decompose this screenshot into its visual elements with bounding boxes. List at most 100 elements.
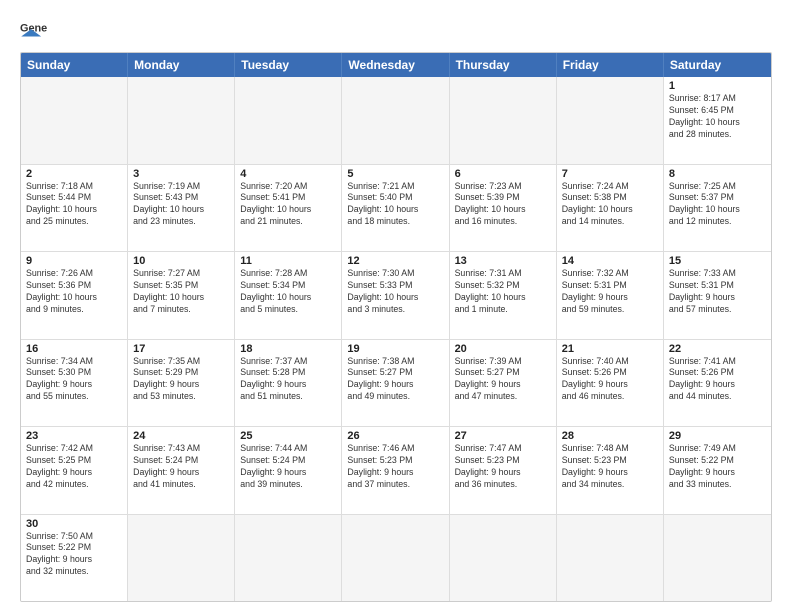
day-number: 11 [240, 255, 336, 267]
calendar-cell [21, 77, 128, 164]
cell-info: Sunrise: 7:26 AM Sunset: 5:36 PM Dayligh… [26, 268, 122, 316]
day-number: 22 [669, 343, 766, 355]
day-of-week-header: Tuesday [235, 53, 342, 77]
day-number: 30 [26, 518, 122, 530]
calendar-cell [664, 515, 771, 602]
cell-info: Sunrise: 7:18 AM Sunset: 5:44 PM Dayligh… [26, 181, 122, 229]
calendar-row: 2Sunrise: 7:18 AM Sunset: 5:44 PM Daylig… [21, 165, 771, 253]
cell-info: Sunrise: 7:40 AM Sunset: 5:26 PM Dayligh… [562, 356, 658, 404]
day-of-week-header: Sunday [21, 53, 128, 77]
day-of-week-header: Monday [128, 53, 235, 77]
calendar-cell: 7Sunrise: 7:24 AM Sunset: 5:38 PM Daylig… [557, 165, 664, 252]
calendar-cell: 21Sunrise: 7:40 AM Sunset: 5:26 PM Dayli… [557, 340, 664, 427]
day-number: 14 [562, 255, 658, 267]
calendar-cell: 19Sunrise: 7:38 AM Sunset: 5:27 PM Dayli… [342, 340, 449, 427]
calendar-cell: 17Sunrise: 7:35 AM Sunset: 5:29 PM Dayli… [128, 340, 235, 427]
day-number: 4 [240, 168, 336, 180]
calendar-cell [342, 515, 449, 602]
day-number: 28 [562, 430, 658, 442]
cell-info: Sunrise: 8:17 AM Sunset: 6:45 PM Dayligh… [669, 93, 766, 141]
day-of-week-header: Wednesday [342, 53, 449, 77]
calendar-cell [235, 77, 342, 164]
calendar-cell: 22Sunrise: 7:41 AM Sunset: 5:26 PM Dayli… [664, 340, 771, 427]
cell-info: Sunrise: 7:50 AM Sunset: 5:22 PM Dayligh… [26, 531, 122, 579]
calendar-cell [450, 515, 557, 602]
calendar-cell [128, 77, 235, 164]
calendar-cell: 13Sunrise: 7:31 AM Sunset: 5:32 PM Dayli… [450, 252, 557, 339]
calendar: SundayMondayTuesdayWednesdayThursdayFrid… [20, 52, 772, 602]
calendar-row: 1Sunrise: 8:17 AM Sunset: 6:45 PM Daylig… [21, 77, 771, 165]
calendar-cell: 15Sunrise: 7:33 AM Sunset: 5:31 PM Dayli… [664, 252, 771, 339]
cell-info: Sunrise: 7:41 AM Sunset: 5:26 PM Dayligh… [669, 356, 766, 404]
calendar-cell [557, 77, 664, 164]
calendar-cell: 2Sunrise: 7:18 AM Sunset: 5:44 PM Daylig… [21, 165, 128, 252]
day-number: 1 [669, 80, 766, 92]
calendar-cell [342, 77, 449, 164]
header: General [20, 16, 772, 44]
calendar-cell [235, 515, 342, 602]
cell-info: Sunrise: 7:19 AM Sunset: 5:43 PM Dayligh… [133, 181, 229, 229]
calendar-cell: 23Sunrise: 7:42 AM Sunset: 5:25 PM Dayli… [21, 427, 128, 514]
calendar-cell [557, 515, 664, 602]
calendar-cell: 24Sunrise: 7:43 AM Sunset: 5:24 PM Dayli… [128, 427, 235, 514]
cell-info: Sunrise: 7:20 AM Sunset: 5:41 PM Dayligh… [240, 181, 336, 229]
day-number: 2 [26, 168, 122, 180]
cell-info: Sunrise: 7:21 AM Sunset: 5:40 PM Dayligh… [347, 181, 443, 229]
calendar-cell: 30Sunrise: 7:50 AM Sunset: 5:22 PM Dayli… [21, 515, 128, 602]
calendar-row: 16Sunrise: 7:34 AM Sunset: 5:30 PM Dayli… [21, 340, 771, 428]
cell-info: Sunrise: 7:35 AM Sunset: 5:29 PM Dayligh… [133, 356, 229, 404]
cell-info: Sunrise: 7:38 AM Sunset: 5:27 PM Dayligh… [347, 356, 443, 404]
cell-info: Sunrise: 7:23 AM Sunset: 5:39 PM Dayligh… [455, 181, 551, 229]
calendar-cell: 4Sunrise: 7:20 AM Sunset: 5:41 PM Daylig… [235, 165, 342, 252]
logo: General [20, 16, 52, 44]
day-number: 20 [455, 343, 551, 355]
cell-info: Sunrise: 7:27 AM Sunset: 5:35 PM Dayligh… [133, 268, 229, 316]
cell-info: Sunrise: 7:49 AM Sunset: 5:22 PM Dayligh… [669, 443, 766, 491]
calendar-cell [128, 515, 235, 602]
cell-info: Sunrise: 7:33 AM Sunset: 5:31 PM Dayligh… [669, 268, 766, 316]
calendar-cell: 6Sunrise: 7:23 AM Sunset: 5:39 PM Daylig… [450, 165, 557, 252]
day-number: 13 [455, 255, 551, 267]
cell-info: Sunrise: 7:39 AM Sunset: 5:27 PM Dayligh… [455, 356, 551, 404]
day-number: 27 [455, 430, 551, 442]
day-number: 18 [240, 343, 336, 355]
day-number: 3 [133, 168, 229, 180]
cell-info: Sunrise: 7:46 AM Sunset: 5:23 PM Dayligh… [347, 443, 443, 491]
calendar-cell: 5Sunrise: 7:21 AM Sunset: 5:40 PM Daylig… [342, 165, 449, 252]
calendar-cell: 1Sunrise: 8:17 AM Sunset: 6:45 PM Daylig… [664, 77, 771, 164]
calendar-cell: 16Sunrise: 7:34 AM Sunset: 5:30 PM Dayli… [21, 340, 128, 427]
day-number: 16 [26, 343, 122, 355]
day-number: 10 [133, 255, 229, 267]
calendar-cell: 3Sunrise: 7:19 AM Sunset: 5:43 PM Daylig… [128, 165, 235, 252]
cell-info: Sunrise: 7:48 AM Sunset: 5:23 PM Dayligh… [562, 443, 658, 491]
day-number: 5 [347, 168, 443, 180]
cell-info: Sunrise: 7:34 AM Sunset: 5:30 PM Dayligh… [26, 356, 122, 404]
calendar-cell: 14Sunrise: 7:32 AM Sunset: 5:31 PM Dayli… [557, 252, 664, 339]
calendar-cell: 20Sunrise: 7:39 AM Sunset: 5:27 PM Dayli… [450, 340, 557, 427]
cell-info: Sunrise: 7:44 AM Sunset: 5:24 PM Dayligh… [240, 443, 336, 491]
day-number: 6 [455, 168, 551, 180]
calendar-row: 23Sunrise: 7:42 AM Sunset: 5:25 PM Dayli… [21, 427, 771, 515]
calendar-cell: 8Sunrise: 7:25 AM Sunset: 5:37 PM Daylig… [664, 165, 771, 252]
day-of-week-header: Thursday [450, 53, 557, 77]
calendar-cell: 26Sunrise: 7:46 AM Sunset: 5:23 PM Dayli… [342, 427, 449, 514]
day-number: 15 [669, 255, 766, 267]
cell-info: Sunrise: 7:28 AM Sunset: 5:34 PM Dayligh… [240, 268, 336, 316]
cell-info: Sunrise: 7:37 AM Sunset: 5:28 PM Dayligh… [240, 356, 336, 404]
calendar-row: 30Sunrise: 7:50 AM Sunset: 5:22 PM Dayli… [21, 515, 771, 602]
calendar-cell: 9Sunrise: 7:26 AM Sunset: 5:36 PM Daylig… [21, 252, 128, 339]
calendar-cell: 12Sunrise: 7:30 AM Sunset: 5:33 PM Dayli… [342, 252, 449, 339]
cell-info: Sunrise: 7:24 AM Sunset: 5:38 PM Dayligh… [562, 181, 658, 229]
calendar-row: 9Sunrise: 7:26 AM Sunset: 5:36 PM Daylig… [21, 252, 771, 340]
day-number: 8 [669, 168, 766, 180]
calendar-cell: 11Sunrise: 7:28 AM Sunset: 5:34 PM Dayli… [235, 252, 342, 339]
day-number: 25 [240, 430, 336, 442]
cell-info: Sunrise: 7:42 AM Sunset: 5:25 PM Dayligh… [26, 443, 122, 491]
day-number: 23 [26, 430, 122, 442]
cell-info: Sunrise: 7:47 AM Sunset: 5:23 PM Dayligh… [455, 443, 551, 491]
day-number: 19 [347, 343, 443, 355]
calendar-cell [450, 77, 557, 164]
day-number: 24 [133, 430, 229, 442]
day-of-week-header: Saturday [664, 53, 771, 77]
calendar-cell: 28Sunrise: 7:48 AM Sunset: 5:23 PM Dayli… [557, 427, 664, 514]
